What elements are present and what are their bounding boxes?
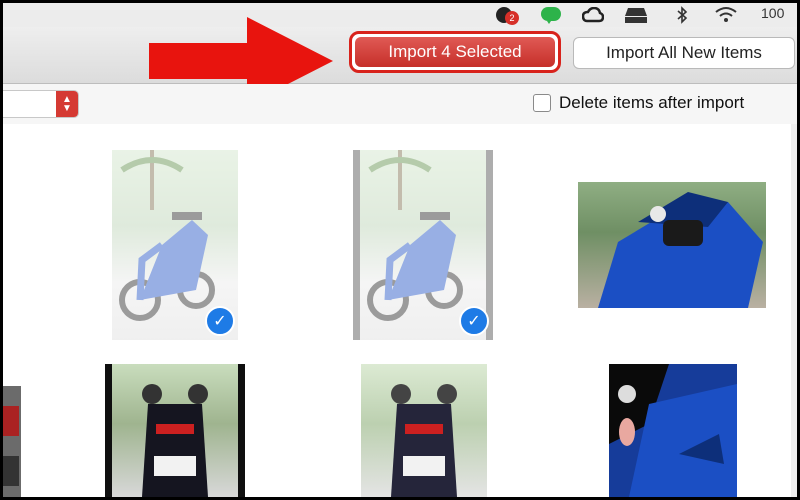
notification-badge: 2 bbox=[505, 11, 519, 25]
drive-icon[interactable] bbox=[623, 5, 649, 25]
selected-check-icon: ✓ bbox=[205, 306, 235, 336]
menu-bar: 2 100 bbox=[3, 3, 797, 28]
photo-grid: ✓ ✓ bbox=[3, 124, 797, 497]
grid-scrollbar[interactable] bbox=[791, 124, 797, 497]
delete-after-import-checkbox[interactable] bbox=[533, 94, 551, 112]
import-options-bar: ▲ ▼ Delete items after import bbox=[3, 84, 797, 125]
bluetooth-icon[interactable] bbox=[673, 5, 691, 25]
wifi-icon[interactable] bbox=[713, 5, 739, 25]
import-all-new-items-button[interactable]: Import All New Items bbox=[573, 37, 795, 69]
import-toolbar: Import 4 Selected Import All New Items bbox=[3, 27, 797, 84]
notification-icon[interactable]: 2 bbox=[493, 5, 519, 25]
photo-thumbnail[interactable] bbox=[361, 364, 487, 497]
import-destination-select[interactable]: ▲ ▼ bbox=[3, 90, 79, 118]
delete-after-import-label: Delete items after import bbox=[559, 93, 745, 112]
creative-cloud-icon[interactable] bbox=[581, 5, 605, 25]
photos-import-window: 2 100 Import 4 Selected Import All New I… bbox=[3, 3, 797, 497]
photo-thumbnail[interactable] bbox=[578, 182, 766, 308]
photo-thumbnail[interactable] bbox=[3, 386, 21, 497]
import-selected-button[interactable]: Import 4 Selected bbox=[349, 31, 561, 73]
import-selected-label: Import 4 Selected bbox=[355, 37, 555, 67]
chevron-updown-icon[interactable]: ▲ ▼ bbox=[56, 91, 78, 117]
selected-check-icon: ✓ bbox=[459, 306, 489, 336]
photo-thumbnail[interactable] bbox=[609, 364, 737, 497]
photo-thumbnail[interactable] bbox=[105, 364, 245, 497]
line-app-icon[interactable] bbox=[539, 5, 563, 25]
battery-percentage: 100 bbox=[761, 5, 785, 21]
